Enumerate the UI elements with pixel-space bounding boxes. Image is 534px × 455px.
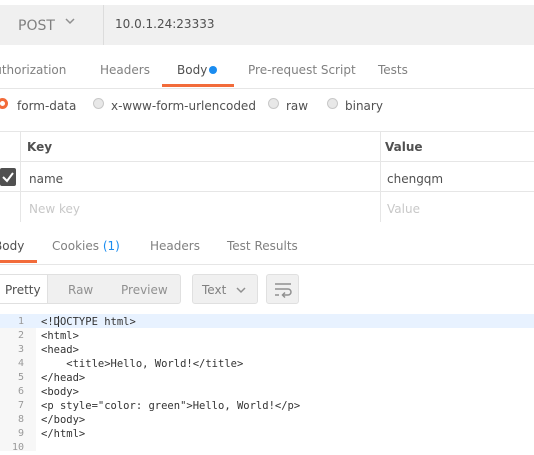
line-number: 1	[17, 316, 24, 327]
wrap-lines-icon	[275, 283, 292, 299]
body-indicator-dot	[209, 66, 217, 74]
code-line: </body>	[41, 414, 86, 426]
cookies-count: (1)	[102, 239, 120, 253]
text-caret	[58, 316, 59, 327]
tab-prerequest-script[interactable]: Pre-request Script	[248, 63, 356, 77]
new-key-input[interactable]: New key	[29, 202, 80, 216]
tab-body[interactable]: Body	[177, 63, 207, 77]
row-value-field[interactable]: chengqm	[387, 172, 443, 186]
table-row-divider	[0, 161, 534, 162]
response-tab-headers[interactable]: Headers	[150, 239, 200, 253]
line-number: 7	[17, 400, 24, 411]
table-row-divider	[0, 191, 534, 192]
code-line: <!DOCTYPE html>	[41, 316, 136, 328]
line-number: 3	[17, 344, 24, 355]
view-pretty-button[interactable]: Pretty	[5, 283, 41, 297]
line-number: 4	[17, 358, 24, 369]
method-label: POST	[18, 18, 55, 34]
column-header-value: Value	[385, 140, 423, 154]
response-tab-cookies[interactable]: Cookies (1)	[52, 239, 120, 253]
response-tab-test-results[interactable]: Test Results	[227, 239, 298, 253]
code-line: </html>	[41, 428, 86, 440]
radio-binary[interactable]	[327, 98, 338, 109]
view-raw-button[interactable]: Raw	[68, 283, 93, 297]
tab-authorization[interactable]: Authorization	[0, 63, 66, 77]
radio-raw[interactable]	[268, 98, 279, 109]
row-enabled-checkbox[interactable]	[0, 168, 16, 186]
radio-label-binary[interactable]: binary	[345, 99, 383, 113]
params-table	[0, 131, 534, 223]
radio-form-data[interactable]	[0, 98, 8, 109]
table-col-divider	[20, 131, 21, 222]
line-number: 2	[17, 330, 24, 341]
code-line: </head>	[41, 372, 86, 384]
chevron-down-icon	[236, 287, 246, 294]
check-icon	[2, 172, 14, 183]
line-number: 9	[17, 428, 24, 439]
code-line: <html>	[41, 330, 79, 342]
radio-label-raw[interactable]: raw	[286, 99, 308, 113]
code-line: <p style="color: green">Hello, World!</p…	[41, 400, 301, 412]
code-line: <body>	[41, 386, 79, 398]
line-number: 6	[17, 386, 24, 397]
cookies-label: Cookies	[52, 239, 99, 253]
line-number: 8	[17, 414, 24, 425]
new-value-input[interactable]: Value	[387, 202, 420, 216]
line-number: 10	[11, 442, 24, 453]
view-preview-button[interactable]: Preview	[121, 283, 168, 297]
active-tab-underline	[162, 84, 234, 87]
radio-label-urlencoded[interactable]: x-www-form-urlencoded	[111, 99, 256, 113]
line-number: 5	[17, 372, 24, 383]
active-response-tab-underline	[0, 260, 37, 263]
chevron-down-icon	[65, 18, 75, 25]
response-tab-body[interactable]: Body	[0, 239, 24, 253]
radio-urlencoded[interactable]	[93, 98, 104, 109]
url-value: 10.0.1.24:23333	[115, 17, 215, 31]
tab-tests[interactable]: Tests	[378, 63, 408, 77]
code-line: <title>Hello, World!</title>	[41, 358, 244, 370]
code-line: <head>	[41, 344, 79, 356]
column-header-key: Key	[27, 140, 53, 154]
format-value: Text	[202, 283, 227, 297]
table-col-divider	[380, 131, 381, 222]
tab-headers[interactable]: Headers	[100, 63, 150, 77]
radio-label-form-data[interactable]: form-data	[17, 99, 76, 113]
request-tabs: Authorization Headers Body Pre-request S…	[0, 52, 534, 89]
row-key-field[interactable]: name	[29, 172, 63, 186]
